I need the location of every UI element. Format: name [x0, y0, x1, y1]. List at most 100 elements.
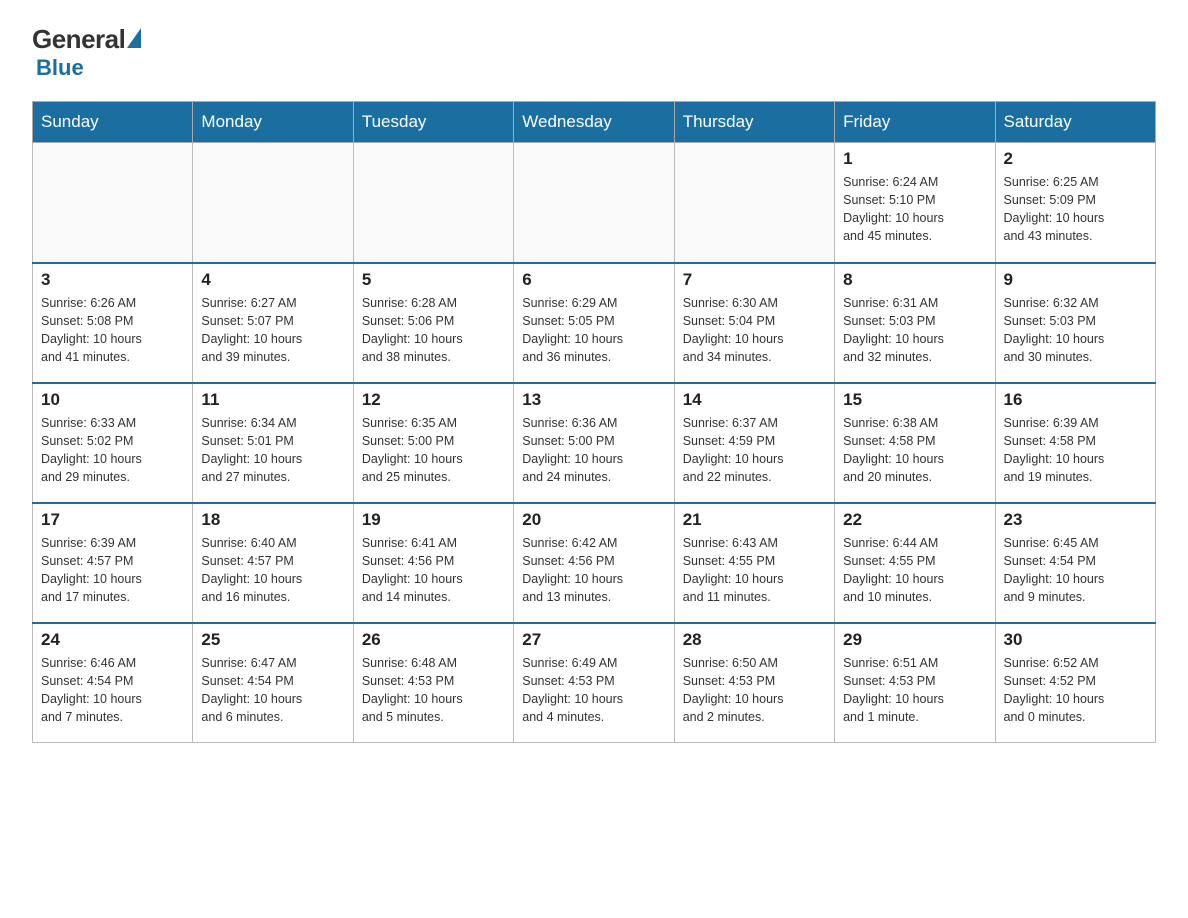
calendar-cell: 14Sunrise: 6:37 AM Sunset: 4:59 PM Dayli… — [674, 383, 834, 503]
calendar-cell: 24Sunrise: 6:46 AM Sunset: 4:54 PM Dayli… — [33, 623, 193, 743]
day-number: 7 — [683, 270, 826, 290]
day-info: Sunrise: 6:31 AM Sunset: 5:03 PM Dayligh… — [843, 294, 986, 367]
day-number: 30 — [1004, 630, 1147, 650]
day-number: 13 — [522, 390, 665, 410]
calendar-cell — [674, 143, 834, 263]
day-info: Sunrise: 6:49 AM Sunset: 4:53 PM Dayligh… — [522, 654, 665, 727]
calendar-cell: 22Sunrise: 6:44 AM Sunset: 4:55 PM Dayli… — [835, 503, 995, 623]
calendar-cell: 11 Sunrise: 6:34 AM Sunset: 5:01 PM Dayli… — [193, 383, 353, 503]
calendar-cell — [33, 143, 193, 263]
day-number: 16 — [1004, 390, 1147, 410]
day-info: Sunrise: 6:28 AM Sunset: 5:06 PM Dayligh… — [362, 294, 505, 367]
weekday-header-saturday: Saturday — [995, 102, 1155, 143]
day-number: 10 — [41, 390, 184, 410]
weekday-header-wednesday: Wednesday — [514, 102, 674, 143]
calendar-cell: 13 Sunrise: 6:36 AM Sunset: 5:00 PM Dayli… — [514, 383, 674, 503]
weekday-header-tuesday: Tuesday — [353, 102, 513, 143]
calendar-cell: 7 Sunrise: 6:30 AM Sunset: 5:04 PM Daylig… — [674, 263, 834, 383]
day-info: Sunrise: 6:47 AM Sunset: 4:54 PM Dayligh… — [201, 654, 344, 727]
day-number: 6 — [522, 270, 665, 290]
day-number: 5 — [362, 270, 505, 290]
day-info: Sunrise: 6:29 AM Sunset: 5:05 PM Dayligh… — [522, 294, 665, 367]
day-number: 20 — [522, 510, 665, 530]
day-number: 2 — [1004, 149, 1147, 169]
weekday-header-sunday: Sunday — [33, 102, 193, 143]
day-number: 27 — [522, 630, 665, 650]
week-row-3: 10 Sunrise: 6:33 AM Sunset: 5:02 PM Dayli… — [33, 383, 1156, 503]
calendar-cell: 6 Sunrise: 6:29 AM Sunset: 5:05 PM Daylig… — [514, 263, 674, 383]
logo: General Blue — [32, 24, 141, 81]
day-info: Sunrise: 6:52 AM Sunset: 4:52 PM Dayligh… — [1004, 654, 1147, 727]
calendar-cell: 20 Sunrise: 6:42 AM Sunset: 4:56 PM Dayli… — [514, 503, 674, 623]
week-row-4: 17 Sunrise: 6:39 AM Sunset: 4:57 PM Dayli… — [33, 503, 1156, 623]
logo-triangle-icon — [127, 28, 141, 48]
day-info: Sunrise: 6:48 AM Sunset: 4:53 PM Dayligh… — [362, 654, 505, 727]
calendar-cell: 15 Sunrise: 6:38 AM Sunset: 4:58 PM Dayli… — [835, 383, 995, 503]
day-number: 3 — [41, 270, 184, 290]
calendar-cell: 29 Sunrise: 6:51 AM Sunset: 4:53 PM Dayli… — [835, 623, 995, 743]
day-number: 1 — [843, 149, 986, 169]
day-info: Sunrise: 6:46 AM Sunset: 4:54 PM Dayligh… — [41, 654, 184, 727]
week-row-2: 3 Sunrise: 6:26 AM Sunset: 5:08 PM Daylig… — [33, 263, 1156, 383]
day-number: 26 — [362, 630, 505, 650]
day-number: 15 — [843, 390, 986, 410]
day-info: Sunrise: 6:27 AM Sunset: 5:07 PM Dayligh… — [201, 294, 344, 367]
logo-general-text: General — [32, 24, 125, 55]
calendar-cell — [353, 143, 513, 263]
day-number: 17 — [41, 510, 184, 530]
weekday-header-friday: Friday — [835, 102, 995, 143]
calendar-table: SundayMondayTuesdayWednesdayThursdayFrid… — [32, 101, 1156, 743]
calendar-cell: 28 Sunrise: 6:50 AM Sunset: 4:53 PM Dayli… — [674, 623, 834, 743]
calendar-cell: 12Sunrise: 6:35 AM Sunset: 5:00 PM Dayli… — [353, 383, 513, 503]
day-info: Sunrise: 6:38 AM Sunset: 4:58 PM Dayligh… — [843, 414, 986, 487]
page-header: General Blue — [32, 24, 1156, 81]
day-info: Sunrise: 6:39 AM Sunset: 4:58 PM Dayligh… — [1004, 414, 1147, 487]
day-info: Sunrise: 6:30 AM Sunset: 5:04 PM Dayligh… — [683, 294, 826, 367]
calendar-cell: 16 Sunrise: 6:39 AM Sunset: 4:58 PM Dayli… — [995, 383, 1155, 503]
day-number: 23 — [1004, 510, 1147, 530]
calendar-cell: 17 Sunrise: 6:39 AM Sunset: 4:57 PM Dayli… — [33, 503, 193, 623]
day-info: Sunrise: 6:40 AM Sunset: 4:57 PM Dayligh… — [201, 534, 344, 607]
day-number: 4 — [201, 270, 344, 290]
day-info: Sunrise: 6:34 AM Sunset: 5:01 PM Dayligh… — [201, 414, 344, 487]
logo-blue-text: Blue — [36, 55, 84, 81]
day-info: Sunrise: 6:37 AM Sunset: 4:59 PM Dayligh… — [683, 414, 826, 487]
day-info: Sunrise: 6:25 AM Sunset: 5:09 PM Dayligh… — [1004, 173, 1147, 246]
calendar-cell: 27 Sunrise: 6:49 AM Sunset: 4:53 PM Dayli… — [514, 623, 674, 743]
weekday-header-monday: Monday — [193, 102, 353, 143]
day-info: Sunrise: 6:26 AM Sunset: 5:08 PM Dayligh… — [41, 294, 184, 367]
calendar-cell: 18 Sunrise: 6:40 AM Sunset: 4:57 PM Dayli… — [193, 503, 353, 623]
day-number: 29 — [843, 630, 986, 650]
day-number: 21 — [683, 510, 826, 530]
day-number: 8 — [843, 270, 986, 290]
day-info: Sunrise: 6:32 AM Sunset: 5:03 PM Dayligh… — [1004, 294, 1147, 367]
day-info: Sunrise: 6:50 AM Sunset: 4:53 PM Dayligh… — [683, 654, 826, 727]
calendar-cell: 3 Sunrise: 6:26 AM Sunset: 5:08 PM Daylig… — [33, 263, 193, 383]
day-info: Sunrise: 6:33 AM Sunset: 5:02 PM Dayligh… — [41, 414, 184, 487]
calendar-cell: 30 Sunrise: 6:52 AM Sunset: 4:52 PM Dayli… — [995, 623, 1155, 743]
day-info: Sunrise: 6:24 AM Sunset: 5:10 PM Dayligh… — [843, 173, 986, 246]
day-info: Sunrise: 6:51 AM Sunset: 4:53 PM Dayligh… — [843, 654, 986, 727]
day-info: Sunrise: 6:39 AM Sunset: 4:57 PM Dayligh… — [41, 534, 184, 607]
day-info: Sunrise: 6:42 AM Sunset: 4:56 PM Dayligh… — [522, 534, 665, 607]
week-row-5: 24Sunrise: 6:46 AM Sunset: 4:54 PM Dayli… — [33, 623, 1156, 743]
calendar-cell: 23Sunrise: 6:45 AM Sunset: 4:54 PM Dayli… — [995, 503, 1155, 623]
weekday-header-thursday: Thursday — [674, 102, 834, 143]
day-info: Sunrise: 6:41 AM Sunset: 4:56 PM Dayligh… — [362, 534, 505, 607]
day-info: Sunrise: 6:36 AM Sunset: 5:00 PM Dayligh… — [522, 414, 665, 487]
day-number: 18 — [201, 510, 344, 530]
day-number: 9 — [1004, 270, 1147, 290]
day-number: 19 — [362, 510, 505, 530]
day-number: 28 — [683, 630, 826, 650]
calendar-cell: 2 Sunrise: 6:25 AM Sunset: 5:09 PM Daylig… — [995, 143, 1155, 263]
calendar-cell — [193, 143, 353, 263]
calendar-cell: 10 Sunrise: 6:33 AM Sunset: 5:02 PM Dayli… — [33, 383, 193, 503]
day-info: Sunrise: 6:35 AM Sunset: 5:00 PM Dayligh… — [362, 414, 505, 487]
calendar-cell: 21 Sunrise: 6:43 AM Sunset: 4:55 PM Dayli… — [674, 503, 834, 623]
calendar-cell: 4 Sunrise: 6:27 AM Sunset: 5:07 PM Daylig… — [193, 263, 353, 383]
day-info: Sunrise: 6:43 AM Sunset: 4:55 PM Dayligh… — [683, 534, 826, 607]
calendar-cell: 25Sunrise: 6:47 AM Sunset: 4:54 PM Dayli… — [193, 623, 353, 743]
calendar-cell: 9 Sunrise: 6:32 AM Sunset: 5:03 PM Daylig… — [995, 263, 1155, 383]
calendar-cell: 19 Sunrise: 6:41 AM Sunset: 4:56 PM Dayli… — [353, 503, 513, 623]
day-number: 11 — [201, 390, 344, 410]
